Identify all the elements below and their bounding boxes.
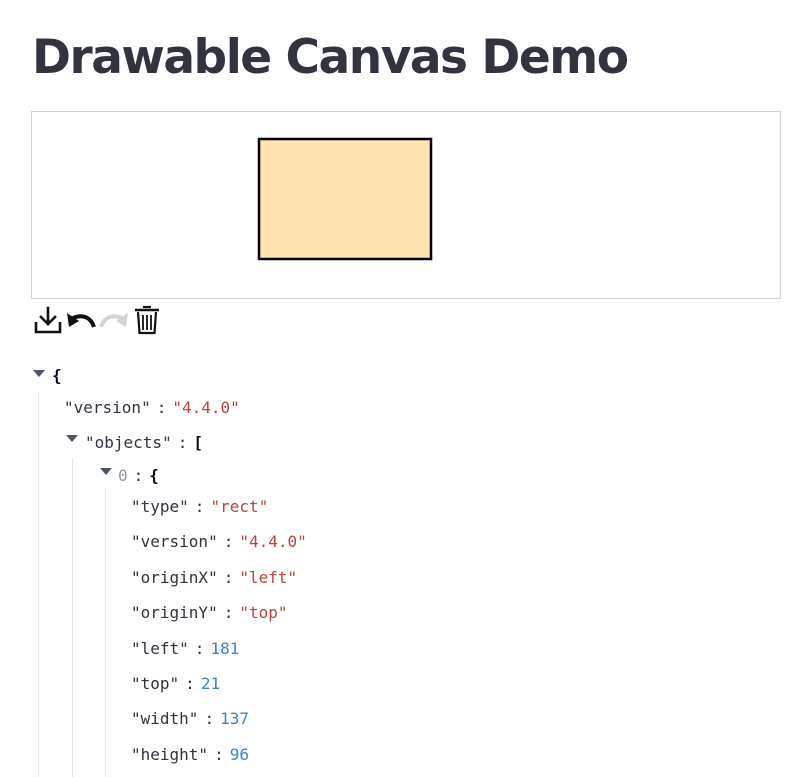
json-row-version: "version": "4.4.0" [64,398,240,417]
collapse-objects-caret[interactable] [66,435,78,442]
indent-guide [38,392,39,777]
page-title: Drawable Canvas Demo [32,30,629,85]
collapse-item-caret[interactable] [100,468,112,475]
json-field-row: "width":137 [131,704,249,734]
json-key: "width" [131,709,199,729]
json-key: "type" [131,497,189,516]
json-key: "left" [131,638,189,658]
redo-button[interactable] [97,303,131,337]
json-field-row: "height":96 [131,740,249,770]
json-root-row: { [52,366,62,385]
delete-button[interactable] [130,303,164,337]
drawing-canvas[interactable] [31,111,781,299]
json-value: "left" [239,567,298,587]
json-colon: : [194,497,205,516]
canvas-surface[interactable] [32,112,780,298]
redo-icon [99,313,128,328]
indent-guide [72,458,73,777]
json-colon: : [194,638,205,658]
download-button[interactable] [31,303,65,337]
json-key: "height" [131,744,209,764]
undo-button[interactable] [64,303,98,337]
json-row-objects: "objects":[ [85,433,203,452]
undo-icon [67,313,96,328]
json-row-item-0: 0:{ [118,466,159,485]
indent-guide [105,490,106,777]
json-value: 137 [220,709,249,729]
trash-icon [135,305,159,335]
json-value: 96 [229,744,249,764]
json-value: 181 [210,638,240,658]
json-field-row: "type": "rect" [131,492,268,522]
json-value: "rect" [210,497,269,516]
json-field-row: "originY": "top" [131,598,288,628]
json-key: "originY" [131,603,218,623]
json-colon: : [214,744,224,764]
json-key: "originX" [131,567,218,587]
json-key: "version" [131,532,218,552]
json-field-row: "left":181 [131,634,239,664]
collapse-root-caret[interactable] [33,370,45,377]
json-field-row: "version": "4.4.0" [131,527,307,557]
json-colon: : [223,532,234,552]
json-value: "top" [239,603,288,623]
json-key: "top" [131,674,180,693]
canvas-toolbar [31,303,163,337]
json-field-row: "top":21 [131,669,220,699]
json-colon: : [223,603,234,623]
json-value: 21 [200,674,221,693]
json-colon: : [204,709,215,729]
json-colon: : [223,567,234,587]
json-field-row: "originX": "left" [131,563,297,593]
json-colon: : [185,674,195,693]
rect-shape[interactable] [257,137,433,261]
download-icon [34,306,62,334]
json-value: "4.4.0" [239,532,307,552]
